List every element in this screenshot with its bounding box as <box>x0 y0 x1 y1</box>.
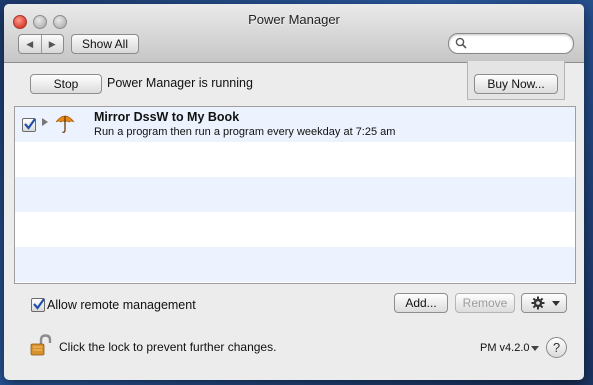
search-input[interactable] <box>469 35 571 53</box>
chevron-left-icon: ◀ <box>26 39 34 49</box>
version-menu[interactable]: PM v4.2.0 <box>480 342 530 354</box>
search-icon <box>455 37 467 49</box>
task-row[interactable]: Mirror DssW to My Book Run a program the… <box>15 107 575 142</box>
show-all-button[interactable]: Show All <box>71 34 139 54</box>
chevron-right-icon: ▶ <box>48 39 56 49</box>
checkmark-icon <box>24 118 36 130</box>
toolbar: Power Manager ◀ ▶ Show All <box>4 4 584 63</box>
chevron-down-icon <box>552 301 560 306</box>
list-stripe <box>15 212 575 247</box>
buy-now-button[interactable]: Buy Now... <box>474 74 558 94</box>
search-field[interactable] <box>448 33 574 54</box>
umbrella-icon <box>55 115 75 133</box>
status-text: Power Manager is running <box>107 76 253 90</box>
gear-icon <box>531 296 545 310</box>
back-button[interactable]: ◀ <box>19 35 42 53</box>
list-stripe <box>15 247 575 282</box>
buy-panel: Buy Now... <box>467 61 565 100</box>
task-enabled-checkbox[interactable] <box>22 118 36 132</box>
task-list: Mirror DssW to My Book Run a program the… <box>14 106 576 284</box>
power-manager-window: Power Manager ◀ ▶ Show All Stop Power Ma… <box>4 4 584 380</box>
window-title: Power Manager <box>248 12 340 27</box>
action-menu-button[interactable] <box>521 293 567 313</box>
chevron-down-icon[interactable] <box>531 346 539 351</box>
allow-remote-label[interactable]: Allow remote management <box>47 298 196 312</box>
unlocked-lock-icon[interactable] <box>30 334 52 356</box>
stop-button[interactable]: Stop <box>30 74 102 94</box>
task-title: Mirror DssW to My Book <box>94 110 240 124</box>
disclosure-triangle-icon[interactable] <box>42 118 48 126</box>
lock-text: Click the lock to prevent further change… <box>59 340 277 354</box>
task-description: Run a program then run a program every w… <box>94 126 396 138</box>
checkmark-icon <box>33 298 45 310</box>
allow-remote-checkbox[interactable] <box>31 298 45 312</box>
list-stripe <box>15 177 575 212</box>
add-button[interactable]: Add... <box>394 293 448 313</box>
forward-button[interactable]: ▶ <box>42 35 64 53</box>
list-stripe <box>15 142 575 177</box>
help-button[interactable]: ? <box>546 337 567 358</box>
remove-button[interactable]: Remove <box>455 293 515 313</box>
history-nav: ◀ ▶ <box>18 34 64 54</box>
